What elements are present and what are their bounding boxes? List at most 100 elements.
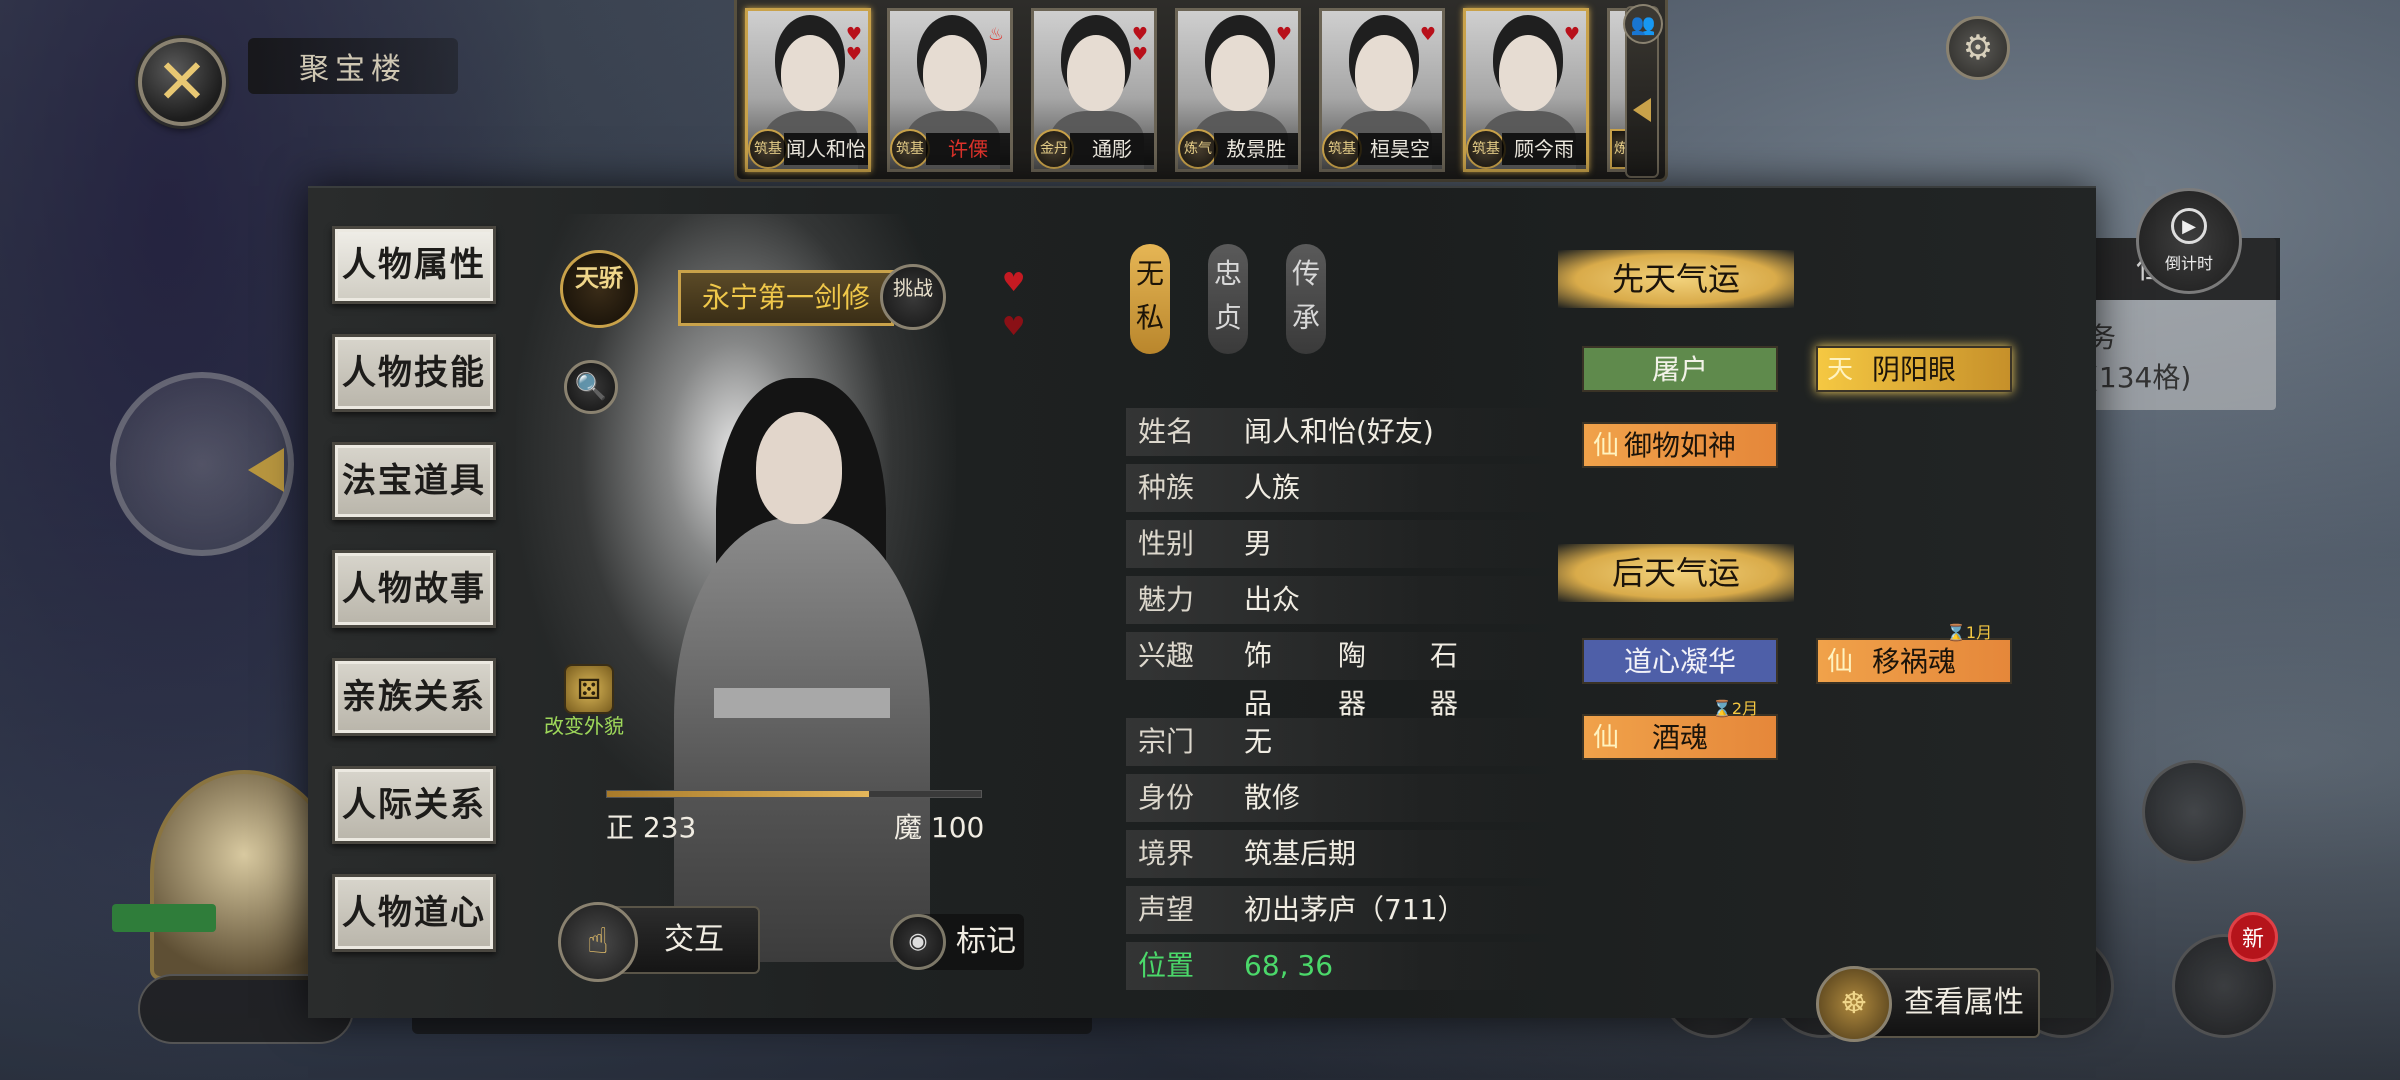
info-value: 筑基后期 [1244,837,1357,870]
luck-tag-label: 道心凝华 [1623,645,1736,678]
info-key: 姓名 [1138,415,1195,448]
interact-button[interactable]: ☝ 交互 [558,902,760,982]
hobby-item: 陶器 [1338,639,1367,720]
title-banner[interactable]: 永宁第一剑修 [678,270,894,326]
info-row-gender: 性别 男 [1126,520,1566,568]
tab-relationships[interactable]: 人际关系 [332,766,496,844]
info-row-sect: 宗门 无 [1126,718,1566,766]
heart-icon: ♥ [1002,268,1026,298]
luck-tag[interactable]: 道心凝华 [1582,638,1778,684]
trait-loyal[interactable]: 忠贞 [1208,244,1248,354]
luck-tag-label: 移祸魂 [1871,645,1956,678]
view-attributes-label: 查看属性 [1904,985,2024,1020]
gear-icon: ⚙ [1962,28,1994,68]
luck-tag-prefix: 仙 [1592,431,1619,461]
portrait-bar-toggle[interactable]: 👥 [1623,4,1663,178]
companion-name: 桓昊空 [1358,133,1442,165]
change-appearance-button[interactable]: ⚄ [564,664,614,714]
group-icon[interactable]: 👥 [1623,4,1663,44]
luck-tag[interactable]: 仙 酒魂 ⌛2月 [1582,700,1778,760]
luck-tag[interactable]: 天 阴阳眼 [1816,346,2012,392]
companion-name: 敖景胜 [1214,133,1298,165]
companion-portrait[interactable]: ♥ 筑基 顾今雨 [1463,8,1589,172]
tab-family[interactable]: 亲族关系 [332,658,496,736]
luck-tag-prefix: 仙 [1592,723,1619,753]
companion-portrait[interactable]: ♥ 筑基 桓昊空 [1319,8,1445,172]
companion-portrait[interactable]: ♥ 炼气 敖景胜 [1175,8,1301,172]
luck-tag[interactable]: 仙 移祸魂 ⌛1月 [1816,624,2012,684]
world-direction-orb [110,372,294,556]
challenge-button[interactable]: 挑战 [880,264,946,330]
info-row-location[interactable]: 位置 68, 36 [1126,942,1566,990]
crossed-swords-icon: ✕ [156,45,208,118]
info-key: 性别 [1138,527,1195,560]
heart-icon: ♥ [1419,24,1436,45]
arrow-left-icon [248,448,284,492]
info-value: 散修 [1244,781,1301,814]
companion-name: 许傈 [926,133,1010,165]
tab-skills[interactable]: 人物技能 [332,334,496,412]
countdown-label: 倒计时 [2164,254,2213,273]
luck-tag-prefix: 天 [1826,355,1853,385]
mark-button[interactable]: ◉ 标记 [890,914,1024,970]
luck-tag-label: 御物如神 [1623,429,1736,462]
title-badge[interactable]: 天骄 [560,250,638,328]
companion-name: 通彫 [1070,133,1154,165]
portrait-face [1067,35,1125,111]
portrait-face [1211,35,1269,111]
info-key: 种族 [1138,471,1195,504]
view-attributes-button[interactable]: ☸ 查看属性 [1816,966,2040,1042]
tab-story[interactable]: 人物故事 [332,550,496,628]
acquired-luck-title: 后天气运 [1558,544,1794,602]
search-icon: 🔍 [574,372,608,402]
figure-face [756,412,842,524]
rank-badge: 筑基 [890,129,930,169]
luck-tag-label: 阴阳眼 [1871,353,1956,386]
info-row-reputation: 声望 初出茅庐（711） [1126,886,1566,934]
info-row-charm: 魅力 出众 [1126,576,1566,624]
hobby-item: 饰品 [1244,639,1273,720]
luck-tag-label: 酒魂 [1651,721,1708,754]
hourglass-duration: ⌛1月 [1946,623,1993,642]
info-value: 人族 [1244,471,1301,504]
zoom-button[interactable]: 🔍 [564,360,618,414]
settings-button[interactable]: ⚙ [1946,16,2010,80]
companion-portrait[interactable]: ♨ 筑基 许傈 [887,8,1013,172]
hobby-item: 石器 [1430,639,1459,720]
figure-robe [674,518,930,962]
background-world-button [2142,760,2246,864]
companion-portrait[interactable]: ♥ ♥ 筑基 闻人和怡 [745,8,871,172]
companion-name: 顾今雨 [1502,133,1586,165]
heart-icon: ♥ ♥ [845,24,862,65]
close-button[interactable]: ✕ [138,38,226,126]
figure-sash [714,688,890,718]
trait-inheritance[interactable]: 传承 [1286,244,1326,354]
info-row-realm: 境界 筑基后期 [1126,830,1566,878]
heart-icon: ♥ [1275,24,1292,45]
rank-badge: 筑基 [1466,129,1506,169]
mark-label: 标记 [956,924,1016,959]
heart-icon: ♥ ♥ [1131,24,1148,65]
info-key: 兴趣 [1138,639,1195,672]
interact-label: 交互 [664,922,724,957]
info-row-hobby: 兴趣 饰品 陶器 石器 [1126,632,1566,720]
info-value: 68, 36 [1244,949,1334,982]
eye-icon: ◉ [890,914,946,970]
trait-selfless[interactable]: 无私 [1130,244,1170,354]
meditating-figure-icon: ☸ [1816,966,1892,1042]
info-value: 初出茅庐（711） [1244,893,1466,926]
countdown-button[interactable]: ▶ 倒计时 [2136,188,2242,294]
companion-name: 闻人和怡 [784,133,868,165]
tab-attributes[interactable]: 人物属性 [332,226,496,304]
tab-treasures[interactable]: 法宝道具 [332,442,496,520]
companion-portrait[interactable]: ♥ ♥ 金丹 通彫 [1031,8,1157,172]
portrait-face [1355,35,1413,111]
hourglass-duration: ⌛2月 [1712,699,1759,718]
luck-tag[interactable]: 仙 御物如神 [1582,422,1778,468]
info-value: 闻人和怡(好友) [1244,415,1434,448]
tab-dao-heart[interactable]: 人物道心 [332,874,496,952]
morality-bar [606,790,982,798]
character-panel: 人物属性 人物技能 法宝道具 人物故事 亲族关系 人际关系 人物道心 天骄 永宁… [308,186,2096,1042]
broken-heart-icon: ♥ [1002,312,1026,342]
luck-tag[interactable]: 屠户 [1582,346,1778,392]
